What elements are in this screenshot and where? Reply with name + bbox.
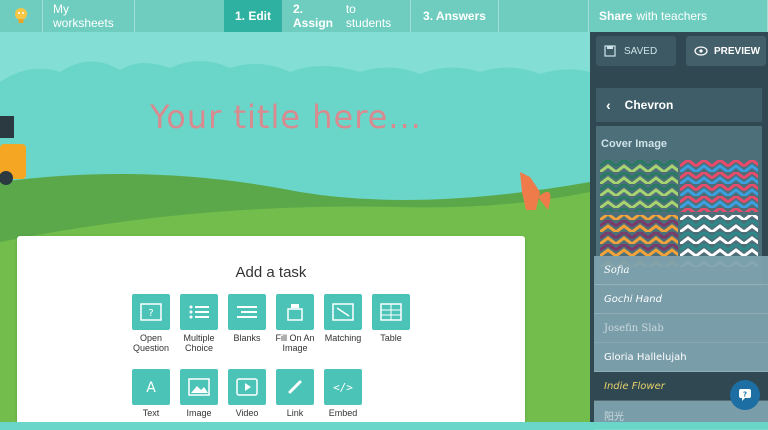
- preview-button[interactable]: PREVIEW: [686, 36, 766, 66]
- task-blanks[interactable]: Blanks: [223, 294, 271, 343]
- saved-button[interactable]: SAVED: [596, 36, 676, 66]
- task-image[interactable]: Image: [175, 369, 223, 418]
- top-nav-bar: My worksheets 1. Edit 2. Assign to stude…: [0, 0, 768, 32]
- list-icon: [180, 294, 218, 330]
- code-icon: </>: [324, 369, 362, 405]
- worksheet-title-input[interactable]: Your title here...: [150, 98, 422, 136]
- preview-label: PREVIEW: [714, 45, 761, 57]
- tab-assign-label: 2. Assign: [293, 2, 334, 30]
- svg-text:</>: </>: [333, 381, 353, 394]
- tab-answers-label: 3. Answers: [423, 9, 486, 23]
- font-option-sofia[interactable]: Sofia: [594, 256, 768, 285]
- task-label: Image: [186, 408, 212, 418]
- lightbulb-icon: [15, 8, 27, 23]
- table-icon: [372, 294, 410, 330]
- image-fill-icon: [276, 294, 314, 330]
- task-text[interactable]: A Text: [127, 369, 175, 418]
- task-video[interactable]: Video: [223, 369, 271, 418]
- tab-answers[interactable]: 3. Answers: [411, 0, 499, 32]
- task-fill-on-image[interactable]: Fill On An Image: [271, 294, 319, 353]
- task-multiple-choice[interactable]: Multiple Choice: [175, 294, 223, 353]
- font-option-josefin-slab[interactable]: Josefin Slab: [594, 314, 768, 343]
- chat-bubble-icon: ?: [739, 389, 751, 401]
- task-label: Video: [235, 408, 259, 418]
- task-label: Embed: [328, 408, 358, 418]
- link-icon: [276, 369, 314, 405]
- share-label: Share: [599, 9, 633, 23]
- app-logo[interactable]: [0, 0, 43, 32]
- tab-edit[interactable]: 1. Edit: [224, 0, 283, 32]
- cover-image-grid: [600, 160, 758, 267]
- chevron-left-icon[interactable]: ‹: [606, 97, 611, 113]
- svg-text:?: ?: [743, 391, 747, 399]
- saved-label: SAVED: [624, 45, 658, 57]
- chat-support-button[interactable]: ?: [730, 380, 760, 410]
- task-open-question[interactable]: ? Open Question: [127, 294, 175, 353]
- task-embed[interactable]: </> Embed: [319, 369, 367, 418]
- task-label: Fill On An Image: [275, 333, 315, 353]
- task-label: Multiple Choice: [183, 333, 215, 353]
- eye-icon: [694, 46, 708, 56]
- share-button[interactable]: Share with teachers: [588, 0, 768, 32]
- tab-assign[interactable]: 2. Assign to students: [283, 0, 411, 32]
- question-icon: ?: [132, 294, 170, 330]
- theme-name: Chevron: [624, 98, 674, 112]
- image-icon: [180, 369, 218, 405]
- task-label: Link: [286, 408, 304, 418]
- font-option-gloria-hallelujah[interactable]: Gloria Hallelujah: [594, 343, 768, 372]
- svg-text:A: A: [146, 380, 156, 396]
- task-label: Blanks: [233, 333, 261, 343]
- add-task-card: Add a task ? Open Question Multiple Choi…: [17, 236, 525, 422]
- font-option-gochi-hand[interactable]: Gochi Hand: [594, 285, 768, 314]
- task-link[interactable]: Link: [271, 369, 319, 418]
- task-label: Open Question: [132, 333, 170, 353]
- worksheet-canvas: Your title here... Add a task ? Open Que…: [0, 32, 590, 422]
- blanks-icon: [228, 294, 266, 330]
- task-table[interactable]: Table: [367, 294, 415, 343]
- task-label: Table: [380, 333, 402, 343]
- share-sub: with teachers: [636, 9, 708, 23]
- cover-image-label: Cover Image: [601, 138, 668, 150]
- task-label: Text: [142, 408, 160, 418]
- task-label: Matching: [324, 333, 362, 343]
- theme-header[interactable]: ‹ Chevron: [596, 88, 762, 122]
- task-matching[interactable]: Matching: [319, 294, 367, 343]
- svg-text:?: ?: [148, 308, 153, 319]
- tab-edit-label: 1. Edit: [234, 9, 271, 23]
- tab-assign-sub: to students: [345, 2, 392, 30]
- floppy-disk-icon: [604, 45, 616, 57]
- add-task-heading: Add a task: [235, 264, 307, 281]
- matching-icon: [324, 294, 362, 330]
- my-worksheets-link[interactable]: My worksheets: [43, 0, 135, 32]
- text-icon: A: [132, 369, 170, 405]
- video-icon: [228, 369, 266, 405]
